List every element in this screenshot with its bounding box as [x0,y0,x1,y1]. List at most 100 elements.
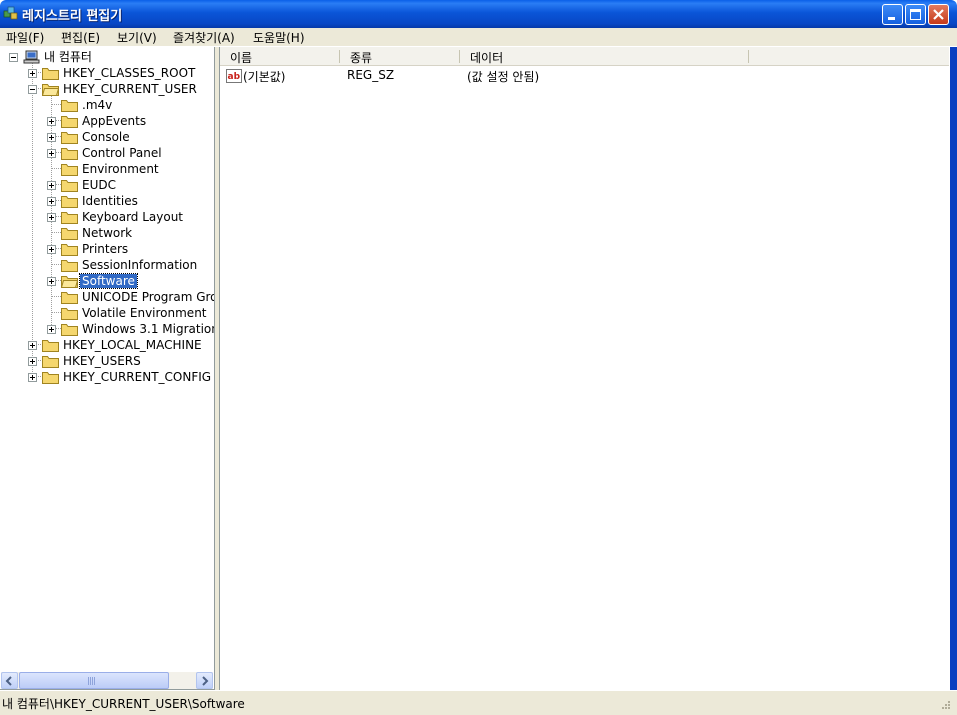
computer-icon [23,50,40,64]
column-header-name[interactable]: 이름 [220,47,340,66]
window-border-right [950,47,957,690]
tree-label: AppEvents [82,114,147,128]
status-bar: 내 컴퓨터\HKEY_CURRENT_USER\Software [0,690,957,715]
folder-icon [42,68,59,80]
tree-label: SessionInformation [82,258,198,272]
tree-node-m4v[interactable]: .m4v [0,97,214,113]
folder-icon [61,212,78,224]
column-header-data[interactable]: 데이터 [460,47,749,66]
resize-grip-icon[interactable] [939,700,951,712]
tree-label: Windows 3.1 Migration [82,322,214,336]
folder-icon [42,356,59,368]
tree-node-control-panel[interactable]: Control Panel [0,145,214,161]
menu-edit[interactable]: 편집(E) [61,29,100,46]
tree-node-hkey-users[interactable]: HKEY_USERS [0,353,214,369]
folder-icon [61,308,78,320]
expand-toggle[interactable] [28,373,37,382]
expand-toggle[interactable] [47,213,56,222]
values-list[interactable]: 이름 종류 데이터 ab (기본값) REG_SZ (값 설정 안됨) [219,47,950,690]
tree-node-hkey-current-user[interactable]: HKEY_CURRENT_USER [0,81,214,97]
tree-node-sessioninformation[interactable]: SessionInformation [0,257,214,273]
tree-label: .m4v [82,98,113,112]
window-title: 레지스트리 편집기 [22,9,123,24]
tree-horizontal-scrollbar[interactable] [1,672,213,689]
maximize-button[interactable] [905,4,926,25]
folder-open-icon [61,276,78,288]
menu-file[interactable]: 파일(F) [6,29,44,46]
registry-tree[interactable]: 내 컴퓨터 HKEY_CLASSES_ROOT HKEY_CURRENT_USE… [0,47,215,690]
folder-icon [61,116,78,128]
tree-node-unicode-program-groups[interactable]: UNICODE Program Gro [0,289,214,305]
menu-help[interactable]: 도움말(H) [253,29,305,46]
menu-bar: 파일(F) 편집(E) 보기(V) 즐겨찾기(A) 도움말(H) [0,28,957,46]
tree-label: EUDC [82,178,116,192]
scroll-thumb[interactable] [19,672,169,689]
scroll-left-button[interactable] [1,672,18,689]
expand-toggle[interactable] [47,117,56,126]
tree-node-appevents[interactable]: AppEvents [0,113,214,129]
expand-toggle[interactable] [47,245,56,254]
expand-toggle[interactable] [47,325,56,334]
tree-node-windows-31-migration[interactable]: Windows 3.1 Migration [0,321,214,337]
close-icon [933,9,944,20]
tree-node-console[interactable]: Console [0,129,214,145]
column-header-empty [749,47,949,66]
folder-icon [42,340,59,352]
tree-label: HKEY_USERS [63,354,141,368]
tree-label: Volatile Environment [82,306,207,320]
menu-view[interactable]: 보기(V) [117,29,157,46]
tree-node-keyboard-layout[interactable]: Keyboard Layout [0,209,214,225]
column-header-type[interactable]: 종류 [340,47,460,66]
expand-toggle[interactable] [47,149,56,158]
collapse-toggle[interactable] [28,85,37,94]
value-name: (기본값) [243,70,286,84]
maximize-icon [910,9,921,20]
expand-toggle[interactable] [47,133,56,142]
folder-icon [61,100,78,112]
tree-label: Environment [82,162,159,176]
grip-icon [88,677,95,685]
scroll-right-button[interactable] [196,672,213,689]
tree-node-volatile-environment[interactable]: Volatile Environment [0,305,214,321]
registry-editor-icon [3,6,18,20]
collapse-toggle[interactable] [9,53,18,62]
folder-icon [61,260,78,272]
expand-toggle[interactable] [47,197,56,206]
tree-node-my-computer[interactable]: 내 컴퓨터 [0,49,214,65]
arrow-left-icon [5,676,12,686]
tree-label: Printers [82,242,129,256]
expand-toggle[interactable] [47,181,56,190]
title-bar[interactable]: 레지스트리 편집기 [0,0,957,28]
status-path: 내 컴퓨터\HKEY_CURRENT_USER\Software [2,697,245,711]
expand-toggle[interactable] [47,277,56,286]
tree-label: Identities [82,194,138,208]
tree-label: 내 컴퓨터 [44,50,92,64]
menu-favorites[interactable]: 즐겨찾기(A) [173,29,235,46]
close-button[interactable] [928,4,949,25]
tree-label-selected: Software [79,273,138,289]
tree-node-hkey-classes-root[interactable]: HKEY_CLASSES_ROOT [0,65,214,81]
tree-label: Keyboard Layout [82,210,184,224]
folder-icon [61,196,78,208]
tree-label: Control Panel [82,146,162,160]
tree-label: Console [82,130,130,144]
value-type: REG_SZ [347,68,395,82]
expand-toggle[interactable] [28,357,37,366]
value-data: (값 설정 안됨) [467,70,540,84]
expand-toggle[interactable] [28,341,37,350]
tree-label: HKEY_LOCAL_MACHINE [63,338,202,352]
tree-node-eudc[interactable]: EUDC [0,177,214,193]
tree-node-printers[interactable]: Printers [0,241,214,257]
tree-node-network[interactable]: Network [0,225,214,241]
minimize-button[interactable] [882,4,903,25]
folder-icon [61,148,78,160]
tree-label: UNICODE Program Gro [82,290,214,304]
svg-text:ab: ab [228,72,241,82]
tree-node-identities[interactable]: Identities [0,193,214,209]
expand-toggle[interactable] [28,69,37,78]
folder-icon [61,228,78,240]
tree-node-environment[interactable]: Environment [0,161,214,177]
tree-node-software[interactable]: Software [0,273,214,289]
tree-node-hkey-local-machine[interactable]: HKEY_LOCAL_MACHINE [0,337,214,353]
tree-node-hkey-current-config[interactable]: HKEY_CURRENT_CONFIG [0,369,214,385]
